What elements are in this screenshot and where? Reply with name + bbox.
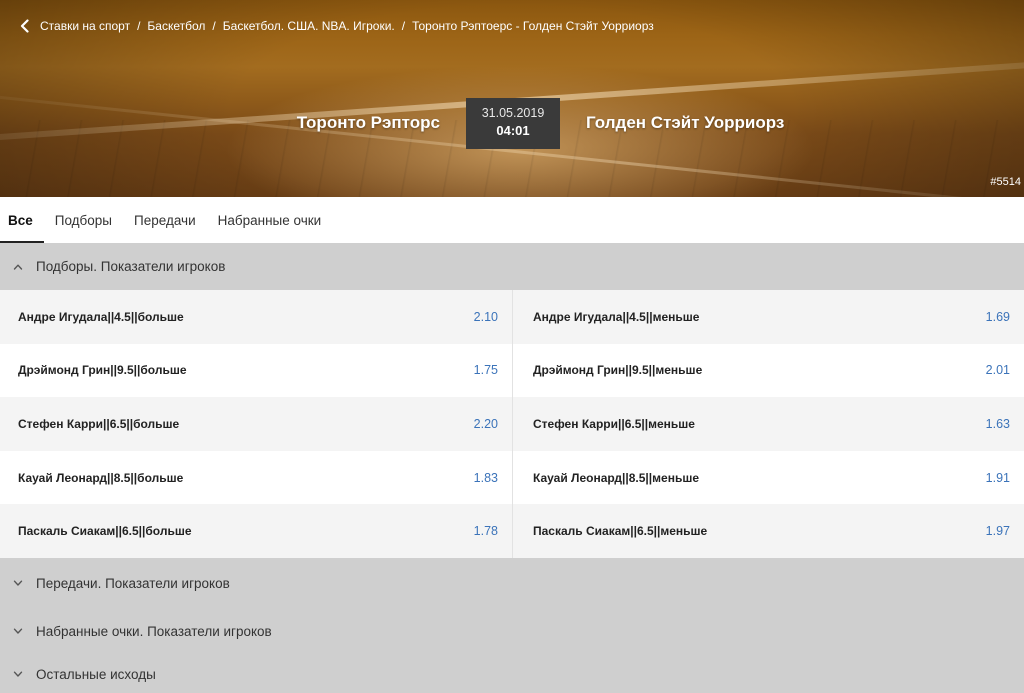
outcome-name: Дрэймонд Грин||9.5||больше: [18, 363, 187, 378]
chevron-down-icon: [0, 578, 36, 588]
tab-all[interactable]: Все: [0, 197, 44, 243]
outcome-odds[interactable]: 1.91: [986, 471, 1010, 485]
market-row: Стефен Карри||6.5||больше 2.20 Стефен Ка…: [0, 397, 1024, 451]
market-row: Кауай Леонард||8.5||больше 1.83 Кауай Ле…: [0, 450, 1024, 505]
section-header-other-outcomes[interactable]: Остальные исходы: [0, 655, 1024, 693]
outcome-odds[interactable]: 1.78: [474, 524, 498, 538]
breadcrumb-item-match: Торонто Рэптоерс - Голден Стэйт Уорриорз: [412, 19, 654, 33]
market-row: Дрэймонд Грин||9.5||больше 1.75 Дрэймонд…: [0, 343, 1024, 398]
outcome-odds[interactable]: 1.63: [986, 417, 1010, 431]
home-team-name: Торонто Рэпторс: [296, 113, 440, 132]
back-button[interactable]: [12, 14, 38, 38]
outcome-over[interactable]: Паскаль Сиакам||6.5||больше 1.78: [0, 504, 512, 558]
match-date: 31.05.2019: [481, 106, 545, 120]
match-teams: Торонто Рэпторс 31.05.2019 04:01 Голден …: [0, 96, 1024, 150]
outcome-name: Стефен Карри||6.5||больше: [18, 416, 180, 431]
breadcrumb-separator: /: [401, 19, 406, 33]
outcome-over[interactable]: Андре Игудала||4.5||больше 2.10: [0, 290, 512, 344]
outcome-odds[interactable]: 1.69: [986, 310, 1010, 324]
outcome-name: Стефен Карри||6.5||меньше: [533, 416, 695, 431]
outcome-over[interactable]: Дрэймонд Грин||9.5||больше 1.75: [0, 344, 512, 398]
market-tabs: Все Подборы Передачи Набранные очки: [0, 197, 1024, 243]
outcome-name: Кауай Леонард||8.5||меньше: [533, 470, 700, 485]
outcome-name: Андре Игудала||4.5||больше: [18, 309, 184, 324]
chevron-down-icon: [0, 626, 36, 636]
outcome-odds[interactable]: 1.75: [474, 363, 498, 377]
outcome-odds[interactable]: 1.83: [474, 471, 498, 485]
section-title: Подборы. Показатели игроков: [36, 259, 226, 274]
outcome-under[interactable]: Кауай Леонард||8.5||меньше 1.91: [512, 450, 1024, 505]
market-row: Паскаль Сиакам||6.5||больше 1.78 Паскаль…: [0, 504, 1024, 558]
tab-points[interactable]: Набранные очки: [207, 197, 333, 243]
chevron-left-icon: [20, 19, 29, 33]
match-time: 04:01: [496, 123, 530, 138]
section-header-rebounds[interactable]: Подборы. Показатели игроков: [0, 243, 1024, 290]
section-header-points[interactable]: Набранные очки. Показатели игроков: [0, 608, 1024, 654]
breadcrumb-separator: /: [212, 19, 216, 33]
outcome-name: Дрэймонд Грин||9.5||меньше: [533, 363, 703, 378]
market-list: Андре Игудала||4.5||больше 2.10 Андре Иг…: [0, 290, 1024, 558]
section-title: Передачи. Показатели игроков: [36, 575, 230, 591]
breadcrumb-separator: /: [137, 19, 141, 33]
outcome-name: Андре Игудала||4.5||меньше: [533, 309, 700, 324]
market-row: Андре Игудала||4.5||больше 2.10 Андре Иг…: [0, 290, 1024, 344]
tab-rebounds[interactable]: Подборы: [44, 197, 123, 243]
outcome-name: Паскаль Сиакам||6.5||меньше: [533, 524, 708, 539]
tab-assists[interactable]: Передачи: [123, 197, 207, 243]
breadcrumb-item-sports-betting[interactable]: Ставки на спорт: [38, 19, 132, 33]
outcome-name: Паскаль Сиакам||6.5||больше: [18, 524, 192, 539]
outcome-under[interactable]: Паскаль Сиакам||6.5||меньше 1.97: [512, 504, 1024, 558]
outcome-under[interactable]: Стефен Карри||6.5||меньше 1.63: [512, 397, 1024, 451]
breadcrumb-item-league[interactable]: Баскетбол. США. NBA. Игроки.: [221, 19, 397, 33]
breadcrumb: Ставки на спорт / Баскетбол / Баскетбол.…: [12, 14, 656, 38]
match-datetime: 31.05.2019 04:01: [466, 98, 560, 149]
breadcrumb-item-basketball[interactable]: Баскетбол: [145, 19, 207, 33]
chevron-up-icon: [0, 262, 36, 272]
section-header-assists[interactable]: Передачи. Показатели игроков: [0, 560, 1024, 606]
event-id: #5514: [990, 176, 1021, 188]
away-team-name: Голден Стэйт Уорриорз: [586, 113, 785, 132]
chevron-down-icon: [0, 669, 36, 679]
outcome-odds[interactable]: 2.10: [474, 310, 498, 324]
outcome-over[interactable]: Кауай Леонард||8.5||больше 1.83: [0, 451, 512, 505]
outcome-under[interactable]: Андре Игудала||4.5||меньше 1.69: [512, 290, 1024, 344]
outcome-name: Кауай Леонард||8.5||больше: [18, 470, 184, 485]
outcome-under[interactable]: Дрэймонд Грин||9.5||меньше 2.01: [512, 343, 1024, 398]
outcome-odds[interactable]: 1.97: [986, 524, 1010, 538]
section-title: Остальные исходы: [36, 666, 156, 682]
outcome-over[interactable]: Стефен Карри||6.5||больше 2.20: [0, 397, 512, 451]
section-title: Набранные очки. Показатели игроков: [36, 623, 272, 639]
outcome-odds[interactable]: 2.01: [986, 363, 1010, 377]
outcome-odds[interactable]: 2.20: [474, 417, 498, 431]
